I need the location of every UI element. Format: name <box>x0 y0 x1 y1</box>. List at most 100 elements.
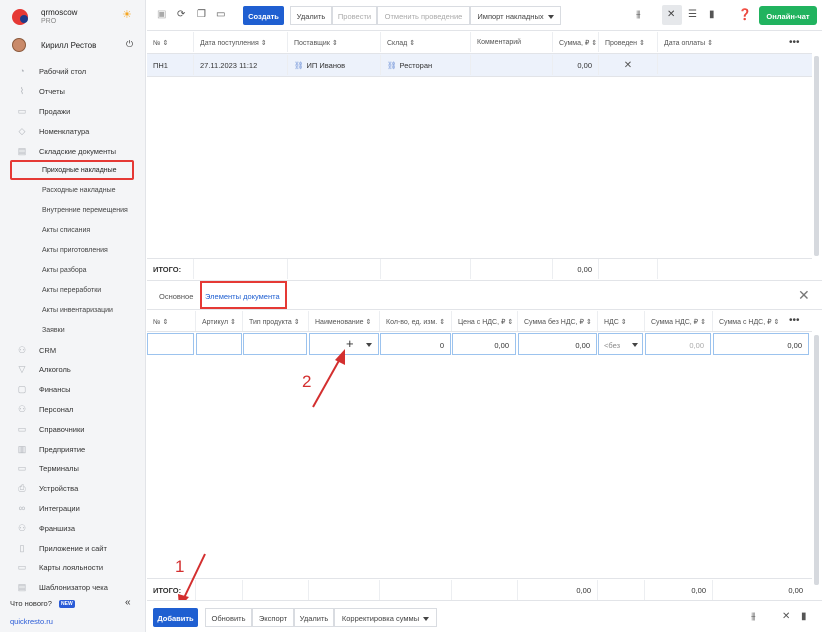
vat-sum-field[interactable]: 0,00 <box>645 333 711 355</box>
post-button[interactable]: Провести <box>332 6 377 25</box>
sidebar-item-warehouse-docs[interactable]: ▤ Складские документы <box>0 141 146 161</box>
sum-no-vat-field[interactable]: 0,00 <box>518 333 597 355</box>
sidebar-item-integrations[interactable]: ∞ Интеграции <box>0 498 146 518</box>
sidebar-item-alcohol[interactable]: ▽ Алкоголь <box>0 359 146 379</box>
add-button[interactable]: Добавить <box>153 608 198 627</box>
online-chat-button[interactable]: Онлайн-чат <box>759 6 817 25</box>
highlight-box <box>200 281 287 309</box>
collapse-sidebar-icon[interactable]: « <box>125 597 131 608</box>
avatar[interactable] <box>12 38 26 52</box>
price-field[interactable]: 0,00 <box>452 333 516 355</box>
columns-settings-icon[interactable]: ⫵ <box>636 9 641 20</box>
trash-icon[interactable]: ▮ <box>801 611 807 622</box>
col-header-qty[interactable]: Кол-во, ед. изм. ⇕ <box>380 311 452 331</box>
qty-field[interactable]: 0 <box>380 333 451 355</box>
table-row[interactable]: ПН1 27.11.2023 11:12 ⛓ ИП Иванов ⛓ Рестора… <box>147 54 812 76</box>
sidebar-item-staff[interactable]: ⚇ Персонал <box>0 399 146 419</box>
create-button[interactable]: Создать <box>243 6 284 25</box>
chevron-down-icon <box>632 343 638 347</box>
article-field[interactable] <box>196 333 242 355</box>
help-icon[interactable]: ❓ <box>738 8 752 21</box>
sidebar-sub-inventory[interactable]: Акты инвентаризации <box>0 301 146 321</box>
sidebar-sub-label: Акты приготовления <box>42 247 108 254</box>
sidebar-item-nomenclature[interactable]: ◇ Номенклатура <box>0 121 146 141</box>
account-switcher[interactable]: qrmoscow PRO ☀ <box>8 6 140 28</box>
sidebar-sub-cooking[interactable]: Акты приготовления <box>0 241 146 261</box>
col-header-warehouse[interactable]: Склад ⇕ <box>381 32 471 52</box>
building-icon: ▥ <box>17 444 27 454</box>
whats-new-link[interactable]: Что нового? <box>10 599 52 608</box>
columns-settings-icon[interactable]: ⫵ <box>751 611 756 622</box>
col-header-sum[interactable]: Сумма, ₽ ⇕ <box>553 32 599 52</box>
refresh-button[interactable]: Обновить <box>205 608 252 627</box>
import-dropdown[interactable]: Импорт накладных <box>470 6 561 25</box>
sidebar-item-dashboard[interactable]: ◔ Рабочий стол <box>0 61 146 81</box>
power-icon[interactable]: ⏻ <box>126 39 133 50</box>
scrollbar[interactable] <box>814 56 819 256</box>
top-toolbar: ▣ ⟳ ❐ ▭ Создать Удалить Провести Отменит… <box>147 0 822 31</box>
tab-basic[interactable]: Основное <box>159 292 193 301</box>
sidebar-sub-disassembly[interactable]: Акты разбора <box>0 261 146 281</box>
sidebar-item-enterprise[interactable]: ▥ Предприятие <box>0 439 146 459</box>
col-header-name[interactable]: Наименование ⇕ <box>309 311 380 331</box>
sidebar-item-label: Шаблонизатор чека <box>39 583 108 592</box>
sidebar-sub-transfers[interactable]: Внутренние перемещения <box>0 201 146 221</box>
user-name: Кирилл Рестов <box>41 41 97 50</box>
delete-button[interactable]: Удалить <box>294 608 334 627</box>
sidebar-item-devices[interactable]: ⎙ Устройства <box>0 478 146 498</box>
sidebar-item-loyalty[interactable]: ▭ Карты лояльности <box>0 557 146 577</box>
sidebar-item-finance[interactable]: ▢ Финансы <box>0 379 146 399</box>
sidebar-sub-requests[interactable]: Заявки <box>0 321 146 341</box>
more-icon[interactable]: ••• <box>789 315 800 326</box>
sidebar-item-franchise[interactable]: ⚇ Франшиза <box>0 518 146 538</box>
col-header-vat[interactable]: НДС ⇕ <box>598 311 645 331</box>
refresh-icon[interactable]: ⟳ <box>177 9 185 20</box>
site-link[interactable]: quickresto.ru <box>10 617 53 626</box>
col-header-supplier[interactable]: Поставщик ⇕ <box>288 32 381 52</box>
sum-correction-dropdown[interactable]: Корректировка суммы <box>334 608 437 627</box>
scrollbar[interactable] <box>814 335 819 585</box>
highlight-box <box>10 160 134 180</box>
bottom-toolbar: Добавить Обновить Экспорт Удалить Коррек… <box>147 600 822 632</box>
col-header-comment[interactable]: Комментарий <box>471 32 553 52</box>
col-header-price[interactable]: Цена с НДС, ₽ ⇕ <box>452 311 518 331</box>
list-view-icon[interactable]: ☰ <box>688 9 697 20</box>
card-icon: ▭ <box>17 562 27 572</box>
col-header-article[interactable]: Артикул ⇕ <box>196 311 243 331</box>
delete-button[interactable]: Удалить <box>290 6 332 25</box>
trash-icon[interactable]: ▮ <box>709 9 715 20</box>
sum-vat-field[interactable]: 0,00 <box>713 333 809 355</box>
copy-icon[interactable]: ❐ <box>197 9 206 20</box>
sidebar-sub-writeoffs[interactable]: Акты списания <box>0 221 146 241</box>
col-header-date[interactable]: Дата поступления ⇕ <box>194 32 288 52</box>
col-header-sum-no-vat[interactable]: Сумма без НДС, ₽ ⇕ <box>518 311 598 331</box>
sidebar-item-crm[interactable]: ⚇ CRM <box>0 340 146 360</box>
sun-icon[interactable]: ☀ <box>122 8 132 21</box>
product-type-field[interactable] <box>243 333 307 355</box>
sidebar-sub-outgoing[interactable]: Расходные накладные <box>0 181 146 201</box>
unpost-button[interactable]: Отменить проведение <box>377 6 470 25</box>
more-icon[interactable]: ••• <box>789 37 800 48</box>
col-header-type[interactable]: Тип продукта ⇕ <box>243 311 309 331</box>
col-header-posted[interactable]: Проведен ⇕ <box>599 32 658 52</box>
close-icon[interactable]: ✕ <box>798 287 810 304</box>
chevron-down-icon[interactable] <box>366 343 372 347</box>
sidebar-item-reports[interactable]: ⌇ Отчеты <box>0 81 146 101</box>
main-area: ▣ ⟳ ❐ ▭ Создать Удалить Провести Отменит… <box>147 0 822 632</box>
sidebar-item-app-site[interactable]: ▯ Приложение и сайт <box>0 538 146 558</box>
print-icon[interactable]: ▭ <box>216 9 225 20</box>
sidebar-item-terminals[interactable]: ▭ Терминалы <box>0 458 146 478</box>
sidebar-sub-processing[interactable]: Акты переработки <box>0 281 146 301</box>
tools-toggle[interactable]: ✕ <box>662 5 682 25</box>
save-icon[interactable]: ▣ <box>157 9 166 20</box>
num-field[interactable] <box>147 333 194 355</box>
sidebar-item-receipt-template[interactable]: ▤ Шаблонизатор чека <box>0 577 146 597</box>
col-header-num[interactable]: № ⇕ <box>147 311 196 331</box>
sidebar-item-directories[interactable]: ▭ Справочники <box>0 419 146 439</box>
col-header-num[interactable]: № ⇕ <box>147 32 194 52</box>
sidebar-item-sales[interactable]: ▭ Продажи <box>0 101 146 121</box>
tools-icon[interactable]: ✕ <box>782 611 790 622</box>
vat-select[interactable]: <без <box>598 333 643 355</box>
col-header-vat-sum[interactable]: Сумма НДС, ₽ ⇕ <box>645 311 713 331</box>
export-button[interactable]: Экспорт <box>252 608 294 627</box>
